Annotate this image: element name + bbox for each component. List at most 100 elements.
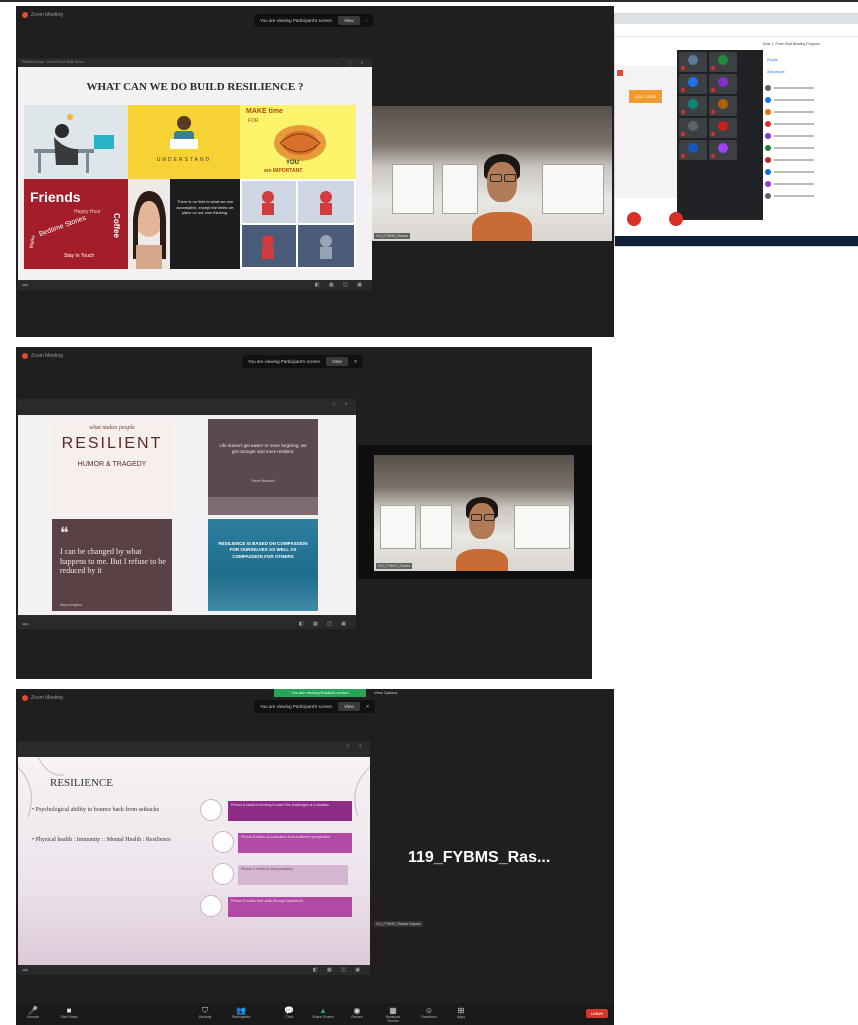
green-banner[interactable]: You are viewing Rasika's screen	[274, 689, 366, 697]
security-button[interactable]: ⛉ Security	[192, 1006, 218, 1019]
participant-tile[interactable]	[679, 140, 707, 160]
word-happy: Happy Hour	[74, 209, 101, 215]
chat-button[interactable]: 💬 Chat	[276, 1006, 302, 1019]
list-item[interactable]	[765, 106, 857, 118]
mic-button[interactable]	[669, 212, 683, 226]
participant-tile[interactable]	[709, 140, 737, 160]
browser-tabbar	[615, 14, 858, 24]
list-item[interactable]	[765, 94, 857, 106]
what-makes-text: what makes people	[89, 425, 135, 431]
participant-tile[interactable]	[709, 118, 737, 138]
window-pane	[392, 164, 434, 214]
view-button[interactable]: View	[325, 357, 348, 366]
important-text: are IMPORTANT	[264, 168, 303, 174]
taskbar	[615, 236, 858, 246]
presentation-title: Resilience ppt - PowerPoint Slide Show	[22, 60, 84, 64]
close-icon[interactable]: ✕	[354, 359, 358, 365]
quote-top-text: Life doesn't get easier or more forgivin…	[219, 443, 307, 455]
ugc-badge: UGC CARE	[629, 90, 663, 103]
slide: WHAT CAN WE DO BUILD RESILIENCE ? UNDERS…	[18, 67, 372, 280]
unmute-button[interactable]: 🎤 Unmute	[20, 1006, 46, 1019]
presentation-footer: ◀ ▶ ◧ ▦ ◫ ▣	[18, 619, 356, 629]
word-walks: Walks	[28, 234, 37, 250]
quote-mark-icon: ❝	[60, 525, 69, 542]
list-item[interactable]	[765, 190, 857, 202]
list-item[interactable]	[765, 154, 857, 166]
zoom-logo-icon	[22, 695, 28, 701]
breakout-rooms-button[interactable]: ▦ Breakout Rooms	[380, 1006, 406, 1023]
smiley-icon: ☺	[424, 1006, 434, 1015]
participant-tile[interactable]	[709, 74, 737, 94]
participant-tile[interactable]	[709, 52, 737, 72]
share-notice-bar: You are viewing Participant's screen Vie…	[254, 14, 374, 27]
bullet-1: • Psychological ability to bounce back f…	[32, 807, 159, 813]
record-button[interactable]: ◉ Record	[344, 1006, 370, 1019]
tile-comic	[240, 179, 356, 269]
participant-tile[interactable]	[679, 96, 707, 116]
people-tab[interactable]: People	[767, 58, 778, 62]
list-item[interactable]	[765, 130, 857, 142]
participant-tile[interactable]	[679, 74, 707, 94]
tile-word-cloud: Friends Coffee Bedtime Stories Happy Hou…	[24, 179, 128, 269]
tile-quote-left: ❝ I can be changed by what happens to me…	[52, 519, 172, 611]
list-item[interactable]	[765, 166, 857, 178]
slideshow-controls[interactable]: ◧ ▦ ◫ ▣	[313, 967, 364, 973]
close-icon[interactable]: ✕	[366, 704, 370, 710]
presentation-window: – ▢ ✕ RESILIENCE • Psychological ability…	[18, 741, 370, 975]
stressed-person-illustration	[34, 114, 114, 173]
circle-3	[212, 863, 234, 885]
person-a-box: Person A starts to thinking it wasn't th…	[228, 801, 352, 821]
slideshow-controls[interactable]: ◧ ▦ ◫ ▣	[299, 621, 350, 627]
share-notice-text: You are viewing Participant's screen	[260, 704, 332, 709]
app-name: Zoom Meeting	[31, 695, 63, 701]
window-pane	[420, 505, 452, 549]
quote-top-author: Steve Maraboli	[251, 479, 275, 483]
humor-text: HUMOR & TRAGEDY	[77, 461, 147, 468]
list-item[interactable]	[765, 118, 857, 130]
apps-button[interactable]: ⊞ Apps	[448, 1006, 474, 1019]
start-video-button[interactable]: ■ Start Video	[56, 1006, 82, 1019]
reading-person-illustration	[170, 116, 198, 149]
shared-slide-preview: UGC CARE	[615, 66, 677, 198]
end-call-button[interactable]	[627, 212, 641, 226]
window-controls[interactable]: – ▢ ✕	[334, 743, 366, 748]
window-controls[interactable]: – ▢ ✕	[320, 401, 352, 406]
meet-title: Dear 1. Pune Dept Building Program	[763, 42, 820, 46]
list-item[interactable]	[765, 142, 857, 154]
slide-title: RESILIENCE	[50, 777, 113, 789]
share-notice-text: You are viewing Participant's screen	[260, 18, 332, 23]
participant-tile[interactable]	[709, 96, 737, 116]
camera-feed: 119_FYBMS_Rasika	[374, 455, 574, 571]
list-item[interactable]	[765, 178, 857, 190]
share-screen-button[interactable]: ▲ Share Screen	[310, 1006, 336, 1019]
tile-quote-right: RESILIENCE IS BASED ON COMPASSION FOR OU…	[208, 519, 318, 611]
view-button[interactable]: View	[337, 16, 360, 25]
understand-text: UNDERSTAND	[156, 157, 212, 163]
tile-quote: There is no limit to what we can accompl…	[170, 179, 240, 269]
window-pane	[380, 505, 416, 549]
presenter-person	[472, 154, 532, 241]
person-c-box: Person C tends to think positively	[238, 865, 348, 885]
window-controls[interactable]: – ▢ ✕	[336, 60, 368, 65]
app-name: Zoom Meeting	[31, 12, 63, 18]
add-people[interactable]: Add people	[767, 70, 785, 74]
presentation-footer: ◀ ▶ ◧ ▦ ◫ ▣	[18, 280, 372, 290]
chevron-right-icon[interactable]: ›	[366, 18, 368, 23]
meet-grid	[677, 50, 763, 220]
bullet-2-text: Physical health : Immunity :: Mental Hea…	[35, 837, 171, 843]
browser-addressbar[interactable]	[615, 24, 858, 37]
video-camera-icon: ■	[66, 1006, 72, 1015]
top-rule	[0, 0, 858, 2]
quote-right-text: RESILIENCE IS BASED ON COMPASSION FOR OU…	[218, 541, 308, 559]
camera-label: 119_FYBMS_Rasika	[376, 563, 413, 569]
word-coffee: Coffee	[111, 213, 121, 238]
reactions-button[interactable]: ☺ Reactions	[416, 1006, 442, 1019]
view-button[interactable]: View	[337, 702, 360, 711]
view-options[interactable]: View Options	[374, 690, 398, 695]
participant-tile[interactable]	[679, 118, 707, 138]
leave-button[interactable]: Leave	[585, 1009, 608, 1018]
participants-button[interactable]: 👥 Participants	[228, 1006, 254, 1019]
participant-tile[interactable]	[679, 52, 707, 72]
list-item[interactable]	[765, 82, 857, 94]
slideshow-controls[interactable]: ◧ ▦ ◫ ▣	[315, 282, 366, 288]
